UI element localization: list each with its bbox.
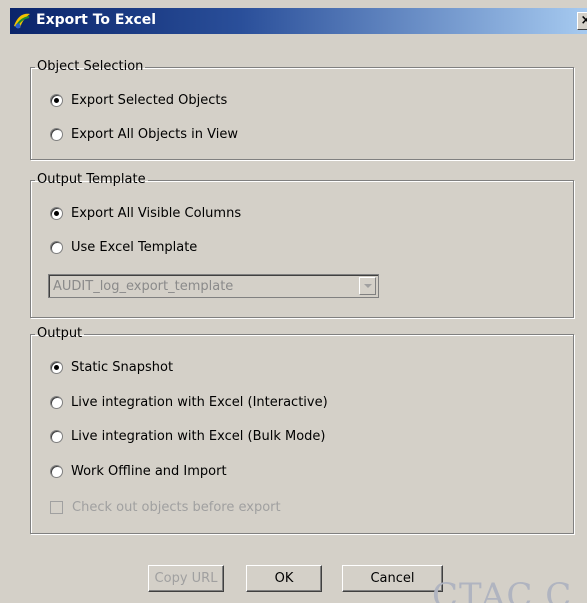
title-bar[interactable]: Export To Excel × xyxy=(10,8,587,34)
watermark: CTAC C xyxy=(432,576,573,603)
radio-label: Export All Visible Columns xyxy=(71,205,242,221)
ok-button[interactable]: OK xyxy=(246,565,322,592)
radio-label: Export All Objects in View xyxy=(71,126,239,142)
radio-button[interactable] xyxy=(50,127,63,141)
radio-button-selected[interactable] xyxy=(50,206,63,220)
radio-button[interactable] xyxy=(50,464,63,478)
radio-label: Static Snapshot xyxy=(71,359,174,375)
radio-label: Live integration with Excel (Bulk Mode) xyxy=(71,428,326,444)
chevron-down-icon[interactable] xyxy=(359,277,376,295)
radio-button[interactable] xyxy=(50,429,63,443)
radio-label: Live integration with Excel (Interactive… xyxy=(71,394,328,410)
output-legend: Output xyxy=(37,326,83,341)
radio-button-selected[interactable] xyxy=(50,93,63,107)
radio-work-offline[interactable]: Work Offline and Import xyxy=(50,461,227,481)
radio-export-selected-objects[interactable]: Export Selected Objects xyxy=(50,90,227,110)
output-template-legend: Output Template xyxy=(37,172,146,187)
copy-url-button[interactable]: Copy URL xyxy=(148,565,224,592)
close-button[interactable]: × xyxy=(577,12,587,30)
window-title: Export To Excel xyxy=(36,12,157,28)
template-select-value: AUDIT_log_export_template xyxy=(53,279,234,294)
radio-button[interactable] xyxy=(50,240,63,254)
radio-export-all-objects[interactable]: Export All Objects in View xyxy=(50,124,238,144)
app-logo-icon xyxy=(14,13,30,29)
checkbox-label: Check out objects before export xyxy=(72,499,281,515)
export-to-excel-dialog: Export To Excel × Object Selection Expor… xyxy=(0,0,587,603)
radio-live-integration-interactive[interactable]: Live integration with Excel (Interactive… xyxy=(50,392,328,412)
radio-export-all-visible-columns[interactable]: Export All Visible Columns xyxy=(50,203,241,223)
radio-static-snapshot[interactable]: Static Snapshot xyxy=(50,357,173,377)
close-icon: × xyxy=(580,13,587,28)
cancel-button[interactable]: Cancel xyxy=(342,565,443,592)
radio-button-selected[interactable] xyxy=(50,360,63,374)
radio-button[interactable] xyxy=(50,395,63,409)
radio-live-integration-bulk[interactable]: Live integration with Excel (Bulk Mode) xyxy=(50,426,326,446)
radio-label: Work Offline and Import xyxy=(71,463,227,479)
object-selection-legend: Object Selection xyxy=(37,59,144,74)
excel-template-select[interactable]: AUDIT_log_export_template xyxy=(48,274,379,298)
radio-label: Export Selected Objects xyxy=(71,92,228,108)
radio-use-excel-template[interactable]: Use Excel Template xyxy=(50,237,197,257)
checkbox[interactable] xyxy=(50,500,63,514)
object-selection-group: Object Selection xyxy=(30,60,574,160)
radio-label: Use Excel Template xyxy=(71,239,198,255)
checkbox-check-out-objects[interactable]: Check out objects before export xyxy=(50,497,281,517)
